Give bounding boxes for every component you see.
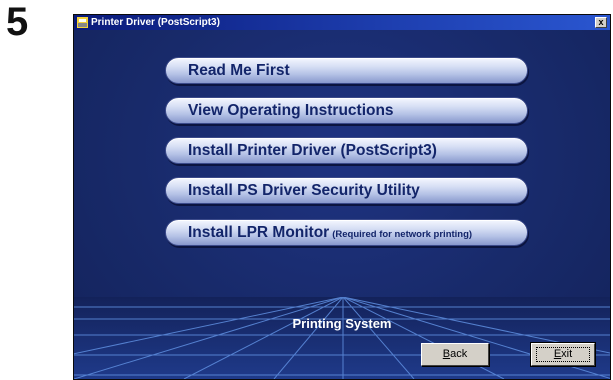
menu-item-label: Install LPR Monitor [188, 224, 330, 241]
exit-button[interactable]: Exit [530, 342, 596, 367]
install-ps-driver-security-utility-button[interactable]: Install PS Driver Security Utility [165, 177, 528, 204]
focus-rectangle [536, 347, 590, 362]
read-me-first-button[interactable]: Read Me First [165, 57, 528, 84]
back-accelerator: B [442, 348, 451, 360]
back-label-rest: ack [450, 348, 468, 360]
printer-app-icon [77, 17, 88, 28]
menu-item-note: (Required for network printing) [332, 229, 473, 240]
menu-item-label: Read Me First [188, 62, 290, 79]
menu-item-label: Install PS Driver Security Utility [188, 182, 420, 199]
window-title: Printer Driver (PostScript3) [91, 17, 220, 28]
menu-item-label: View Operating Instructions [188, 102, 394, 119]
printer-driver-window: Printer Driver (PostScript3) x Read Me F… [73, 14, 611, 380]
grid-floor-graphic [74, 297, 610, 379]
close-button[interactable]: x [595, 17, 607, 28]
printing-system-label: Printing System [292, 316, 392, 331]
back-button[interactable]: Back [421, 343, 489, 366]
install-lpr-monitor-button[interactable]: Install LPR Monitor (Required for network… [165, 219, 528, 246]
install-printer-driver-button[interactable]: Install Printer Driver (PostScript3) [165, 137, 528, 164]
title-bar[interactable]: Printer Driver (PostScript3) x [74, 15, 610, 30]
view-operating-instructions-button[interactable]: View Operating Instructions [165, 97, 528, 124]
menu-item-label: Install Printer Driver (PostScript3) [188, 142, 437, 159]
main-panel: Read Me First View Operating Instruction… [74, 30, 610, 379]
step-number: 5 [6, 0, 29, 44]
